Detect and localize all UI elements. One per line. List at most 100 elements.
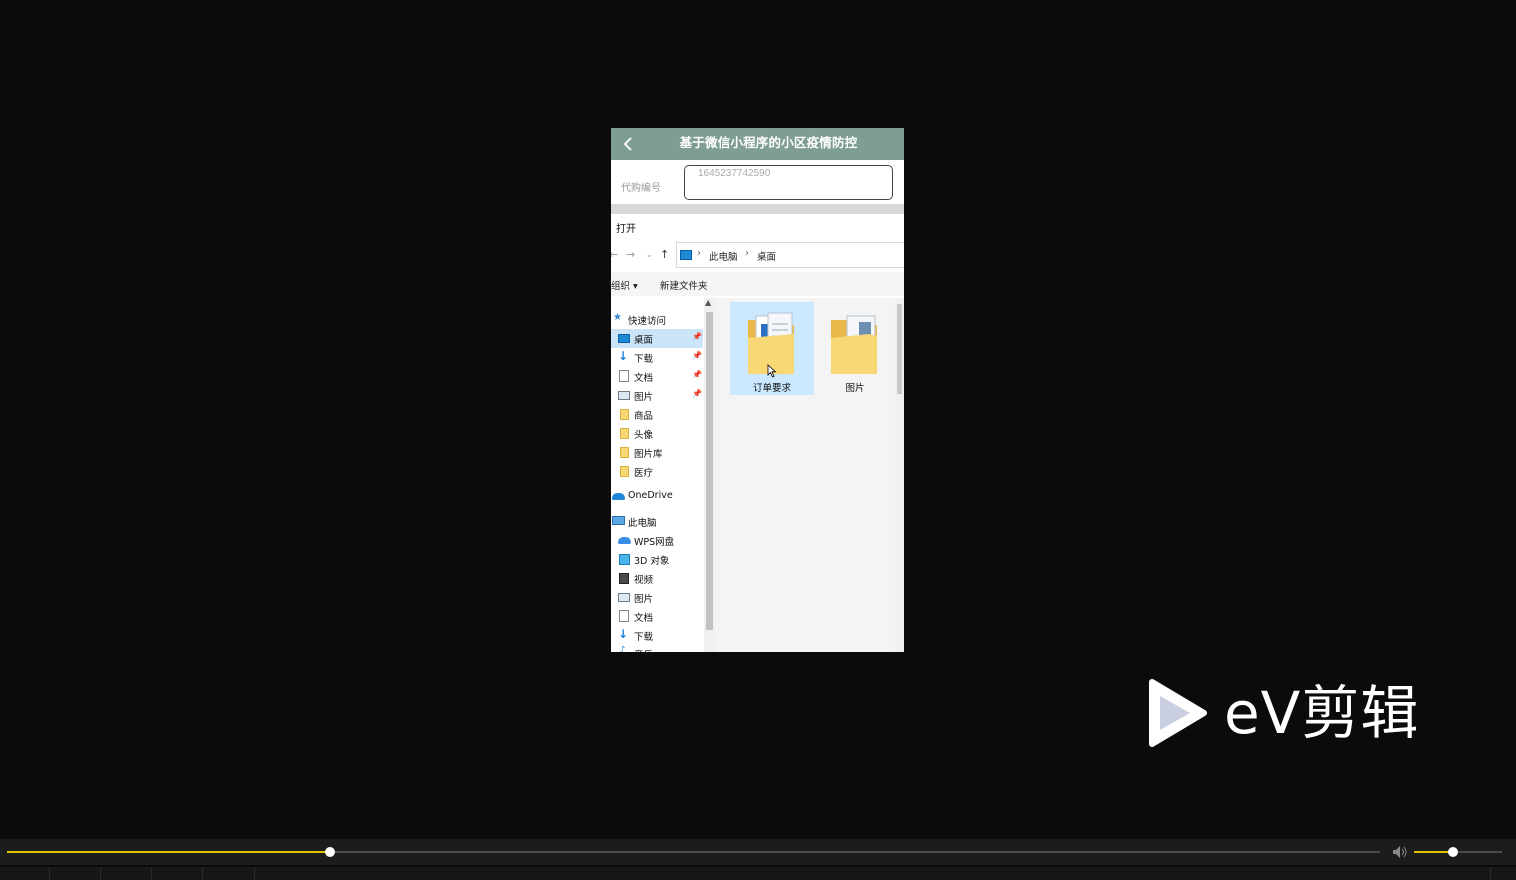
video-icon — [619, 573, 629, 584]
strip-segment — [152, 867, 203, 880]
progress-slider[interactable] — [7, 847, 1380, 857]
file-tile-pictures[interactable]: 图片 — [813, 302, 897, 395]
nav-item-label: 图片库 — [634, 449, 663, 460]
dialog-title: 打开 — [616, 224, 636, 235]
back-arrow-icon[interactable] — [619, 134, 639, 154]
recent-locations-chevron-icon[interactable]: ⌄ — [646, 250, 653, 259]
strip-segment — [1490, 867, 1516, 880]
volume-slider[interactable] — [1414, 847, 1502, 857]
nav-item-this-pc[interactable]: 此电脑 — [611, 512, 703, 531]
nav-item-pictures[interactable]: 图片 📌 — [611, 386, 703, 405]
organize-menu-button[interactable]: 组织 ▾ — [611, 278, 638, 292]
nav-item-downloads-pc[interactable]: ↓ 下载 — [611, 626, 703, 645]
volume-icon[interactable] — [1392, 845, 1408, 859]
page-title: 基于微信小程序的小区疫情防控 — [679, 135, 858, 150]
nav-item-label: 桌面 — [634, 335, 654, 346]
play-logo-icon — [1149, 679, 1207, 747]
nav-item-label: 图片 — [634, 392, 654, 403]
video-frame: 基于微信小程序的小区疫情防控 代购编号 1645237742590 打开 ← →… — [0, 0, 1516, 818]
nav-item-quick-access[interactable]: ★ 快速访问 — [611, 310, 703, 329]
nav-item-videos[interactable]: 视频 — [611, 569, 703, 588]
nav-item-avatar[interactable]: 头像 — [611, 424, 703, 443]
desktop-icon — [618, 334, 630, 343]
watermark-text: eV剪辑 — [1224, 679, 1420, 747]
breadcrumb-separator-icon: › — [697, 248, 701, 259]
dialog-navigation-bar: ← → ⌄ ↑ › 此电脑 › 桌面 — [611, 242, 904, 268]
nav-item-label: 下载 — [634, 354, 654, 365]
star-icon: ★ — [613, 312, 622, 323]
scrollbar-thumb[interactable] — [706, 312, 713, 630]
nav-item-picture-library[interactable]: 图片库 — [611, 443, 703, 462]
nav-item-label: 3D 对象 — [634, 556, 670, 567]
nav-item-music[interactable]: ♪ 音乐 — [611, 644, 703, 652]
nav-item-label: 头像 — [634, 430, 654, 441]
nav-item-label: 视频 — [634, 575, 654, 586]
folder-icon — [620, 409, 629, 420]
nav-item-documents[interactable]: 文档 📌 — [611, 367, 703, 386]
new-folder-button[interactable]: 新建文件夹 — [660, 278, 708, 292]
pin-icon[interactable]: 📌 — [692, 389, 702, 398]
nav-item-label: 医疗 — [634, 468, 654, 479]
file-list-scrollbar[interactable] — [895, 298, 904, 652]
nav-item-3d-objects[interactable]: 3D 对象 — [611, 550, 703, 569]
folder-icon — [620, 466, 629, 477]
breadcrumb-desktop[interactable]: 桌面 — [757, 249, 776, 263]
nav-item-label: 音乐 — [634, 647, 653, 652]
navigation-pane-scrollbar[interactable]: ▲ — [704, 298, 715, 652]
back-arrow-icon[interactable]: ← — [611, 248, 618, 261]
ev-watermark: eV剪辑 — [1140, 676, 1440, 752]
computer-icon — [612, 516, 625, 525]
phone-screen: 基于微信小程序的小区疫情防控 代购编号 1645237742590 打开 ← →… — [611, 128, 904, 652]
nav-item-label: 此电脑 — [628, 518, 657, 529]
download-arrow-icon: ↓ — [618, 627, 629, 641]
pin-icon[interactable]: 📌 — [692, 370, 702, 379]
breadcrumb-separator-icon: › — [745, 248, 749, 259]
folder-icon — [620, 447, 629, 458]
picture-icon — [618, 593, 630, 602]
order-number-input[interactable]: 1645237742590 — [684, 165, 893, 200]
nav-item-label: 文档 — [634, 373, 654, 384]
video-player-controls — [0, 818, 1516, 880]
address-bar[interactable]: › 此电脑 › 桌面 — [676, 242, 904, 268]
pin-icon[interactable]: 📌 — [692, 351, 702, 360]
file-tile-order-requirements[interactable]: 订单要求 — [730, 302, 814, 395]
divider — [611, 204, 904, 214]
progress-handle[interactable] — [324, 847, 335, 857]
nav-item-label: 快速访问 — [628, 316, 667, 327]
scrollbar-thumb[interactable] — [897, 304, 902, 394]
miniprogram-header: 基于微信小程序的小区疫情防控 — [611, 128, 904, 160]
computer-icon — [680, 250, 692, 260]
nav-item-label: 文档 — [634, 613, 654, 624]
music-icon: ♪ — [619, 645, 626, 652]
file-open-dialog: 打开 ← → ⌄ ↑ › 此电脑 › 桌面 组织 ▾ 新建文件夹 ★ 快速访问 … — [611, 214, 904, 652]
nav-item-label: 商品 — [634, 411, 654, 422]
nav-item-pictures-pc[interactable]: 图片 — [611, 588, 703, 607]
document-icon — [619, 610, 629, 622]
nav-item-medical[interactable]: 医疗 — [611, 462, 703, 481]
scroll-up-arrow-icon[interactable]: ▲ — [705, 298, 711, 307]
nav-item-onedrive[interactable]: OneDrive — [611, 487, 703, 506]
nav-item-label: 下载 — [634, 632, 654, 643]
order-number-label: 代购编号 — [621, 183, 661, 194]
forward-arrow-icon[interactable]: → — [626, 248, 635, 261]
pin-icon[interactable]: 📌 — [692, 332, 702, 341]
nav-item-downloads[interactable]: ↓ 下载 📌 — [611, 348, 703, 367]
nav-item-wps-drive[interactable]: WPS网盘 — [611, 531, 703, 550]
document-icon — [619, 370, 629, 382]
mouse-cursor-icon — [767, 364, 777, 378]
nav-item-label: OneDrive — [628, 490, 673, 501]
strip-segment — [50, 867, 101, 880]
strip-segment — [101, 867, 152, 880]
volume-handle[interactable] — [1447, 847, 1458, 857]
nav-item-documents-pc[interactable]: 文档 — [611, 607, 703, 626]
nav-item-desktop[interactable]: 桌面 📌 — [611, 329, 703, 348]
cloud-icon — [612, 493, 625, 500]
file-name: 订单要求 — [752, 383, 791, 394]
nav-item-products[interactable]: 商品 — [611, 405, 703, 424]
nav-item-label: 图片 — [634, 594, 654, 605]
up-arrow-icon[interactable]: ↑ — [660, 248, 669, 261]
progress-fill — [7, 851, 330, 853]
strip-segment — [0, 867, 50, 880]
breadcrumb-this-pc[interactable]: 此电脑 — [709, 249, 738, 263]
cube-icon — [619, 554, 630, 565]
